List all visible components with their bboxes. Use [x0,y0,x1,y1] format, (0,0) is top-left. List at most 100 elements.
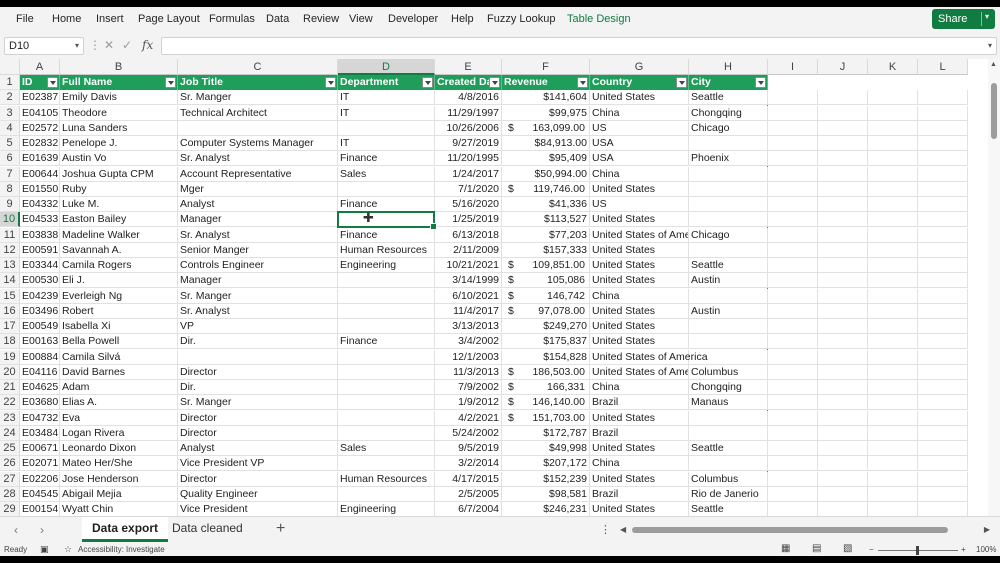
cell-e23[interactable]: 4/2/2021 [435,410,502,426]
cell-f29[interactable]: $246,231 [502,502,590,516]
cell-b22[interactable]: Elias A. [60,395,178,411]
cell-k17[interactable] [868,319,918,334]
cell-e9[interactable]: 5/16/2020 [435,197,502,212]
cell-d9[interactable]: Finance [338,197,435,212]
cell-l24[interactable] [918,425,968,441]
cell-j18[interactable] [818,334,868,350]
row-header[interactable]: 21 [0,380,20,395]
cell-b16[interactable]: Robert [60,303,178,319]
row-header[interactable]: 20 [0,364,20,380]
cell-a7[interactable]: E00644 [20,166,60,182]
cell-i22[interactable] [768,395,818,411]
cell-l28[interactable] [918,486,968,502]
cell-l2[interactable] [918,90,968,106]
cell-k5[interactable] [868,136,918,151]
cell-g8[interactable]: United States [590,181,689,197]
cell-k8[interactable] [868,181,918,197]
cell-a27[interactable]: E02206 [20,471,60,487]
column-header-c[interactable]: C [178,59,338,75]
cell-j14[interactable] [818,273,868,289]
cell-b21[interactable]: Adam [60,380,178,395]
cell-d23[interactable] [338,410,435,426]
cell-i13[interactable] [768,258,818,273]
cell-d3[interactable]: IT [338,105,435,121]
cell-f17[interactable]: $249,270 [502,319,590,334]
column-header-f[interactable]: F [502,59,590,75]
filter-dropdown-icon[interactable] [422,77,433,88]
cell-l7[interactable] [918,166,968,182]
horizontal-scroll-thumb[interactable] [632,527,948,533]
cell-i3[interactable] [768,105,818,121]
menu-formulas[interactable]: Formulas [209,13,255,25]
cell-f13[interactable]: $109,851.00 [502,258,590,273]
cell-f6[interactable]: $95,409 [502,151,590,167]
cell-h23[interactable] [689,410,768,426]
cell-i24[interactable] [768,425,818,441]
cell-g6[interactable]: USA [590,151,689,167]
cell-l5[interactable] [918,136,968,151]
cell-k20[interactable] [868,364,918,380]
cell-e20[interactable]: 11/3/2013 [435,364,502,380]
cell-f7[interactable]: $50,994.00 [502,166,590,182]
cell-e2[interactable]: 4/8/2016 [435,90,502,106]
cell-c29[interactable]: Vice President [178,502,338,516]
cell-k12[interactable] [868,242,918,258]
cell-e21[interactable]: 7/9/2002 [435,380,502,395]
chevron-down-icon[interactable]: ▾ [75,41,79,50]
cell-b27[interactable]: Jose Henderson [60,471,178,487]
table-header-cell[interactable]: City [689,75,768,90]
cell-h5[interactable] [689,136,768,151]
cell-g29[interactable]: United States [590,502,689,516]
menu-help[interactable]: Help [451,13,474,25]
cell-k26[interactable] [868,456,918,472]
row-header[interactable]: 15 [0,288,20,304]
cell-f21[interactable]: $166,331 [502,380,590,395]
cell-h4[interactable]: Chicago [689,120,768,136]
cell-c16[interactable]: Sr. Analyst [178,303,338,319]
row-header[interactable]: 27 [0,471,20,487]
cell-f14[interactable]: $105,086 [502,273,590,289]
column-header-i[interactable]: I [768,59,818,75]
menu-file[interactable]: File [16,13,34,25]
cell-b4[interactable]: Luna Sanders [60,120,178,136]
cell-h22[interactable]: Manaus [689,395,768,411]
cell-i26[interactable] [768,456,818,472]
cell-h14[interactable]: Austin [689,273,768,289]
row-header[interactable]: 14 [0,273,20,289]
cell-c25[interactable]: Analyst [178,441,338,456]
row-header[interactable]: 9 [0,197,20,212]
cell-a11[interactable]: E03838 [20,227,60,243]
cell-l16[interactable] [918,303,968,319]
cancel-icon[interactable]: ✕ [104,38,114,52]
cell-j27[interactable] [818,471,868,487]
cell-k22[interactable] [868,395,918,411]
cell-b24[interactable]: Logan Rivera [60,425,178,441]
cell-a26[interactable]: E02071 [20,456,60,472]
cell-d16[interactable] [338,303,435,319]
cell-g12[interactable]: United States [590,242,689,258]
cell-e7[interactable]: 1/24/2017 [435,166,502,182]
cell-d5[interactable]: IT [338,136,435,151]
cell-g17[interactable]: United States [590,319,689,334]
row-header[interactable]: 11 [0,227,20,243]
cell-f10[interactable]: $113,527 [502,212,590,228]
cell-f22[interactable]: $146,140.00 [502,395,590,411]
cell-j2[interactable] [818,90,868,106]
cell-f28[interactable]: $98,581 [502,486,590,502]
cell-g21[interactable]: China [590,380,689,395]
cell-h8[interactable] [689,181,768,197]
filter-dropdown-icon[interactable] [325,77,336,88]
cell-d17[interactable] [338,319,435,334]
scroll-right-icon[interactable]: ▶ [984,525,990,534]
cell-i6[interactable] [768,151,818,167]
cell-h12[interactable] [689,242,768,258]
cell-c18[interactable]: Dir. [178,334,338,350]
cell-f12[interactable]: $157,333 [502,242,590,258]
cell-a14[interactable]: E00530 [20,273,60,289]
cell-k23[interactable] [868,410,918,426]
cell-j22[interactable] [818,395,868,411]
cell-e15[interactable]: 6/10/2021 [435,288,502,304]
cell-d14[interactable] [338,273,435,289]
cell-g15[interactable]: China [590,288,689,304]
cell-h27[interactable]: Columbus [689,471,768,487]
